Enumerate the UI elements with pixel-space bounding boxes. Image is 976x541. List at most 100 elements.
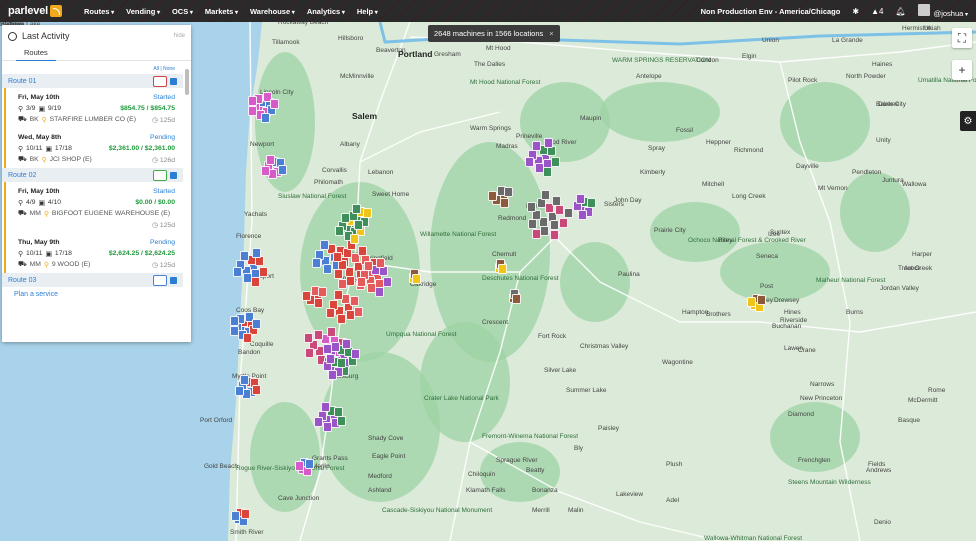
machine-marker[interactable] [314,416,324,427]
machine-marker[interactable] [362,207,372,218]
machine-marker[interactable] [241,508,251,519]
machine-marker[interactable] [270,99,280,110]
route-day[interactable]: Thu, May 9th Pending ⚲ 10/11 ▣ 17/18 $2,624.2… [4,233,183,273]
machine-marker[interactable] [349,233,359,244]
route-color-button[interactable] [153,274,167,286]
machine-marker[interactable] [311,257,321,268]
machine-marker[interactable] [230,326,240,337]
machine-marker[interactable] [327,326,337,337]
machine-marker[interactable] [487,190,497,201]
user-menu[interactable]: @joshua [917,4,968,18]
machine-marker[interactable] [376,258,386,269]
route-header-03[interactable]: Route 03 [2,273,183,287]
route-header-02[interactable]: Route 02 [2,168,183,182]
menu-routes[interactable]: Routes [78,7,120,16]
machine-marker[interactable] [336,357,346,368]
machine-marker[interactable] [335,226,345,237]
machine-marker[interactable] [240,374,250,385]
alerts-button[interactable]: ▲4 [871,7,883,16]
machine-marker[interactable] [314,297,324,308]
machine-marker[interactable] [232,267,242,278]
machine-marker[interactable] [351,203,361,214]
machine-marker[interactable] [301,290,311,301]
route-day[interactable]: Fri, May 10th Started ⚲ 4/9 ▣ 4/10 $0.00 / $0… [4,182,183,233]
machine-marker[interactable] [332,252,342,263]
route-color-button[interactable] [153,75,167,87]
route-day[interactable]: Fri, May 10th Started ⚲ 3/9 ▣ 9/19 $854.75 / … [4,88,183,128]
route-checkbox[interactable] [170,171,177,179]
machine-marker[interactable] [541,190,551,201]
machine-marker[interactable] [305,458,315,469]
machine-marker[interactable] [532,140,542,151]
menu-analytics[interactable]: Analytics [301,7,351,16]
machine-marker[interactable] [333,289,343,300]
tooltip-close-icon[interactable]: × [549,29,553,38]
machine-marker[interactable] [334,268,344,279]
bell-icon[interactable]: 🔔︎ [895,7,905,16]
gear-icon[interactable]: ✱ [852,7,859,16]
machine-marker[interactable] [411,274,421,285]
machine-marker[interactable] [357,245,367,256]
machine-marker[interactable] [243,333,253,344]
machine-marker[interactable] [350,295,359,306]
machine-marker[interactable] [353,220,363,231]
route-checkbox[interactable] [170,77,177,85]
machine-marker[interactable] [330,341,340,352]
machine-marker[interactable] [322,264,332,275]
machine-marker[interactable] [305,348,315,359]
menu-help[interactable]: Help [351,7,384,16]
machine-marker[interactable] [235,385,245,396]
machine-marker[interactable] [382,276,392,287]
machine-marker[interactable] [364,260,374,271]
machine-marker[interactable] [322,344,332,355]
select-all-none[interactable]: All | None [2,61,191,74]
map-settings-gear-icon[interactable]: ⚙ [960,111,976,131]
machine-marker[interactable] [320,402,330,413]
fullscreen-button[interactable]: ⛶ [952,28,972,48]
machine-marker[interactable] [327,370,337,381]
parlevel-logo[interactable]: parlevel [0,0,70,22]
menu-markets[interactable]: Markets [199,7,244,16]
machine-marker[interactable] [337,416,347,427]
machine-marker[interactable] [559,217,569,228]
route-checkbox[interactable] [170,276,177,284]
machine-marker[interactable] [511,294,521,305]
machine-marker[interactable] [313,329,323,340]
machine-marker[interactable] [252,319,262,330]
machine-marker[interactable] [337,279,347,290]
machine-marker[interactable] [247,95,257,106]
machine-marker[interactable] [252,248,262,259]
machine-marker[interactable] [550,220,560,231]
machine-marker[interactable] [549,230,559,241]
machine-marker[interactable] [500,197,510,208]
menu-ocs[interactable]: OCS [166,7,199,16]
machine-marker[interactable] [551,195,561,206]
panel-scrollbar[interactable] [185,69,189,95]
machine-marker[interactable] [524,157,534,168]
machine-marker[interactable] [555,204,565,215]
machine-marker[interactable] [258,266,268,277]
machine-marker[interactable] [374,286,384,297]
machine-marker[interactable] [304,332,314,343]
machine-marker[interactable] [319,239,329,250]
machine-marker[interactable] [575,193,585,204]
zoom-in-button[interactable]: + [952,60,972,80]
machine-marker[interactable] [346,275,356,286]
machine-marker[interactable] [550,156,560,167]
machine-marker[interactable] [325,353,335,364]
route-header-01[interactable]: Route 01 [2,74,183,88]
machine-marker[interactable] [528,218,538,229]
machine-marker[interactable] [252,385,262,396]
machine-marker[interactable] [356,277,366,288]
machine-marker[interactable] [229,315,239,326]
machine-marker[interactable] [323,421,333,432]
machine-marker[interactable] [240,250,250,261]
machine-marker[interactable] [248,106,258,117]
machine-marker[interactable] [503,187,513,198]
machine-marker[interactable] [294,461,304,472]
machine-marker[interactable] [325,307,335,318]
machine-marker[interactable] [497,264,507,275]
machine-marker[interactable] [250,276,260,287]
machine-marker[interactable] [564,207,574,218]
machine-marker[interactable] [230,511,240,522]
